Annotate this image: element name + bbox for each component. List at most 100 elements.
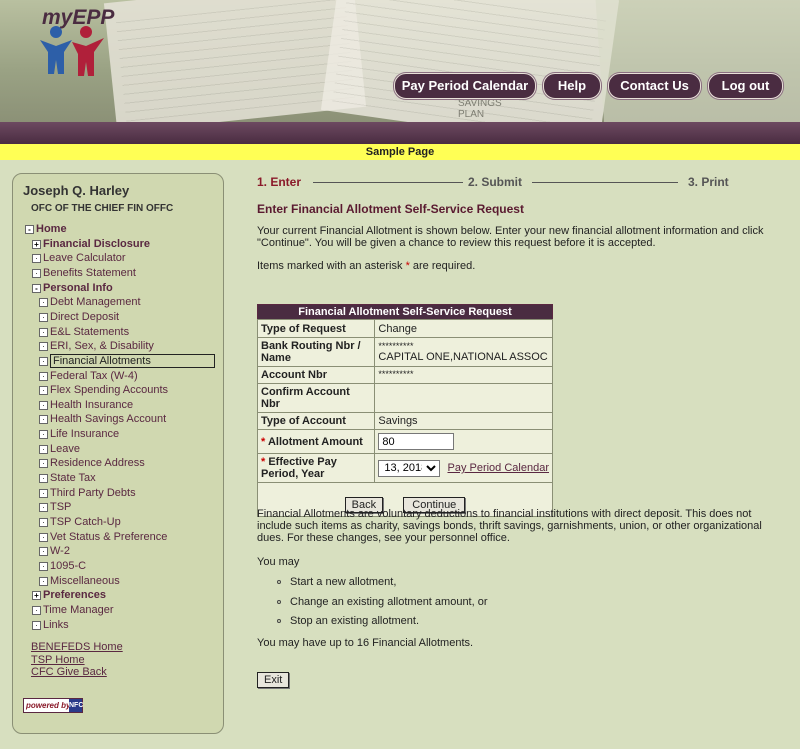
confirm-account-value — [374, 383, 553, 413]
limit-note: You may have up to 16 Financial Allotmen… — [257, 637, 474, 649]
effective-pay-period-cell: 13, 2018 Pay Period Calendar — [374, 453, 553, 483]
sidebar-item-leave[interactable]: · Leave — [39, 442, 80, 456]
step-connector — [313, 182, 463, 183]
sidebar-item-flex-spending-accounts[interactable]: · Flex Spending Accounts — [39, 383, 168, 397]
sidebar-item-label: Financial Disclosure — [43, 238, 150, 250]
sidebar-item-label: Financial Allotments — [50, 354, 215, 368]
sidebar-item-debt-management[interactable]: · Debt Management — [39, 295, 141, 309]
leaf-icon: · — [39, 458, 48, 468]
benefeds-home-link[interactable]: BENEFEDS Home — [31, 641, 123, 653]
required-note-prefix: Items marked with an asterisk — [257, 260, 403, 272]
sidebar: Joseph Q. Harley OFC OF THE CHIEF FIN OF… — [12, 173, 224, 734]
user-name: Joseph Q. Harley — [23, 183, 130, 198]
sidebar-item-residence-address[interactable]: · Residence Address — [39, 456, 145, 470]
sidebar-item-home[interactable]: - Home — [25, 222, 67, 236]
type-of-request-label: Type of Request — [256, 319, 376, 338]
nfc-logo-icon: NFC — [69, 699, 83, 712]
sidebar-item-tsp-catch-up[interactable]: · TSP Catch-Up — [39, 515, 121, 529]
header-background-paper — [595, 0, 800, 128]
collapse-icon[interactable]: - — [32, 283, 41, 293]
sidebar-item-financial-disclosure[interactable]: + Financial Disclosure — [32, 237, 150, 251]
expand-icon[interactable]: + — [32, 239, 41, 249]
powered-by-nfc-badge[interactable]: powered by NFC — [23, 698, 83, 713]
collapse-icon[interactable]: - — [25, 224, 34, 234]
exit-button[interactable]: Exit — [257, 672, 290, 688]
myepp-logo[interactable]: myEPP — [34, 6, 124, 86]
effective-pay-period-label: Effective Pay Period, Year — [261, 456, 337, 480]
contact-us-button[interactable]: Contact Us — [608, 73, 701, 99]
step-submit: 2. Submit — [468, 175, 523, 189]
allotment-amount-cell — [374, 429, 553, 454]
routing-bank-name: CAPITAL ONE,NATIONAL ASSOC — [378, 351, 548, 363]
allotment-amount-label-cell: * Allotment Amount — [256, 429, 376, 454]
site-header: SAVINGS PLAN myEPP Pay Period Calendar H… — [0, 0, 800, 128]
sidebar-item-vet-status-preference[interactable]: · Vet Status & Preference — [39, 530, 167, 544]
sidebar-item-label: Benefits Statement — [43, 267, 136, 279]
leaf-icon: · — [39, 297, 48, 307]
account-number-masked: ********** — [374, 366, 553, 384]
leaf-icon: · — [39, 444, 48, 454]
sidebar-item-1095-c[interactable]: · 1095-C — [39, 559, 86, 573]
sidebar-item-label: Residence Address — [50, 457, 145, 469]
sidebar-item-life-insurance[interactable]: · Life Insurance — [39, 427, 119, 441]
leaf-icon: · — [39, 429, 48, 439]
sidebar-item-tsp[interactable]: · TSP — [39, 500, 71, 514]
sidebar-item-state-tax[interactable]: · State Tax — [39, 471, 96, 485]
allotment-form: Financial Allotment Self-Service Request… — [256, 304, 553, 517]
expand-icon[interactable]: + — [32, 590, 41, 600]
step-enter: 1. Enter — [257, 175, 302, 189]
leaf-icon: · — [39, 414, 48, 424]
sidebar-item-label: W-2 — [50, 545, 70, 557]
sidebar-item-label: 1095-C — [50, 560, 87, 572]
leaf-icon: · — [32, 620, 41, 630]
cfc-give-back-link[interactable]: CFC Give Back — [31, 666, 107, 678]
sidebar-item-eri-sex-disability[interactable]: · ERI, Sex, & Disability — [39, 339, 154, 353]
step-connector — [532, 182, 678, 183]
leaf-icon: · — [39, 341, 48, 351]
sidebar-item-links[interactable]: · Links — [32, 618, 69, 632]
sidebar-item-health-insurance[interactable]: · Health Insurance — [39, 398, 133, 412]
sidebar-item-leave-calculator[interactable]: · Leave Calculator — [32, 251, 126, 265]
help-button[interactable]: Help — [543, 73, 601, 99]
sidebar-item-preferences[interactable]: + Preferences — [32, 588, 106, 602]
sidebar-item-third-party-debts[interactable]: · Third Party Debts — [39, 486, 136, 500]
sidebar-item-direct-deposit[interactable]: · Direct Deposit — [39, 310, 119, 324]
option-text: Start a new allotment, — [290, 576, 397, 588]
leaf-icon: · — [39, 327, 48, 337]
sidebar-item-time-manager[interactable]: · Time Manager — [32, 603, 114, 617]
sidebar-item-financial-allotments[interactable]: · Financial Allotments — [39, 354, 215, 368]
type-of-account-value: Savings — [374, 412, 553, 430]
sidebar-item-e-l-statements[interactable]: · E&L Statements — [39, 325, 129, 339]
sidebar-item-miscellaneous[interactable]: · Miscellaneous — [39, 574, 120, 588]
sidebar-item-label: Direct Deposit — [50, 311, 120, 323]
leaf-icon: · — [39, 546, 48, 556]
sidebar-item-label: State Tax — [50, 472, 96, 484]
sidebar-item-benefits-statement[interactable]: · Benefits Statement — [32, 266, 136, 280]
tsp-home-link[interactable]: TSP Home — [31, 654, 85, 666]
allotment-amount-input[interactable] — [378, 433, 455, 450]
effective-pay-period-select[interactable]: 13, 2018 — [378, 459, 441, 477]
leaf-icon: · — [32, 253, 41, 263]
sidebar-item-label: TSP — [50, 501, 72, 513]
required-asterisk: * — [405, 260, 410, 272]
type-of-request-value: Change — [374, 319, 553, 338]
page-heading: Enter Financial Allotment Self-Service R… — [257, 202, 524, 216]
sidebar-item-label: Life Insurance — [50, 428, 120, 440]
sidebar-item-label: Leave Calculator — [43, 252, 126, 264]
sidebar-item-label: E&L Statements — [50, 326, 130, 338]
pay-period-calendar-link[interactable]: Pay Period Calendar — [447, 462, 549, 474]
sample-page-banner: Sample Page — [0, 144, 800, 160]
header-divider-band — [0, 122, 800, 144]
sidebar-item-federal-tax-w-4[interactable]: · Federal Tax (W-4) — [39, 369, 138, 383]
pay-period-calendar-button[interactable]: Pay Period Calendar — [394, 73, 536, 99]
sidebar-item-w-2[interactable]: · W-2 — [39, 544, 70, 558]
sidebar-item-label: Flex Spending Accounts — [50, 384, 169, 396]
sidebar-item-label: Health Savings Account — [50, 413, 167, 425]
sidebar-item-personal-info[interactable]: - Personal Info — [32, 281, 113, 295]
sidebar-item-label: Health Insurance — [50, 399, 134, 411]
sidebar-item-health-savings-account[interactable]: · Health Savings Account — [39, 412, 166, 426]
leaf-icon: · — [39, 517, 48, 527]
effective-pay-period-label-cell: * Effective Pay Period, Year — [256, 453, 376, 483]
sidebar-item-label: Debt Management — [50, 296, 141, 308]
log-out-button[interactable]: Log out — [708, 73, 783, 99]
